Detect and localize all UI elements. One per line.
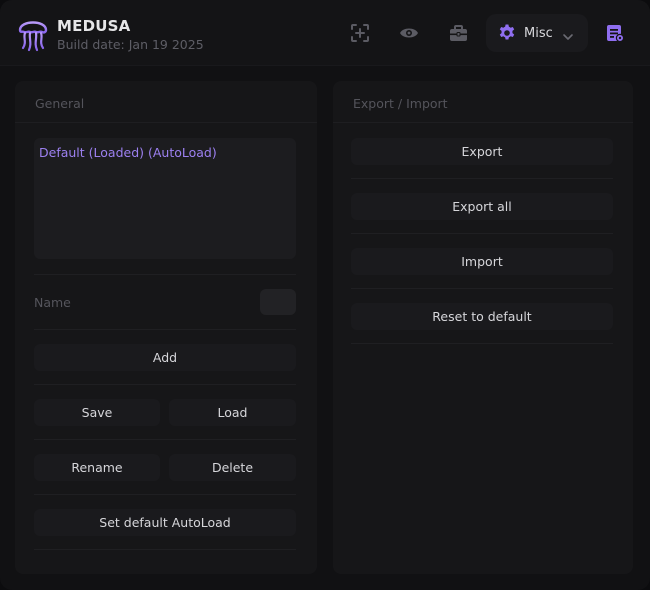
row-divider xyxy=(34,439,296,440)
briefcase-icon[interactable] xyxy=(447,22,469,44)
general-panel-title: General xyxy=(35,96,85,111)
app-title: MEDUSA xyxy=(57,17,131,35)
rename-button[interactable]: Rename xyxy=(34,454,160,481)
name-input[interactable] xyxy=(260,289,296,315)
row-divider xyxy=(34,549,296,550)
row-divider xyxy=(351,288,613,289)
row-divider xyxy=(34,274,296,275)
row-divider xyxy=(34,384,296,385)
header-bar: MEDUSA Build date: Jan 19 2025 Misc xyxy=(0,0,650,66)
save-button[interactable]: Save xyxy=(34,399,160,426)
export-import-panel: Export / Import Export Export all Import… xyxy=(333,81,633,574)
tab-misc-label: Misc xyxy=(524,26,553,41)
row-divider xyxy=(34,494,296,495)
scripts-icon[interactable] xyxy=(604,22,626,44)
config-list[interactable]: Default (Loaded) (AutoLoad) xyxy=(34,138,296,259)
name-label: Name xyxy=(34,295,71,310)
eye-icon[interactable] xyxy=(398,22,420,44)
general-panel: General Default (Loaded) (AutoLoad) Name… xyxy=(15,81,317,574)
row-divider xyxy=(351,343,613,344)
gear-icon xyxy=(497,23,517,47)
jellyfish-logo-icon xyxy=(16,14,50,52)
export-all-button[interactable]: Export all xyxy=(351,193,613,220)
export-import-panel-title: Export / Import xyxy=(353,96,448,111)
export-button[interactable]: Export xyxy=(351,138,613,165)
config-list-item[interactable]: Default (Loaded) (AutoLoad) xyxy=(39,145,217,160)
panel-divider xyxy=(333,122,633,123)
add-button[interactable]: Add xyxy=(34,344,296,371)
reset-to-default-button[interactable]: Reset to default xyxy=(351,303,613,330)
load-button[interactable]: Load xyxy=(169,399,296,426)
row-divider xyxy=(34,329,296,330)
tab-misc[interactable]: Misc xyxy=(486,14,588,52)
chevron-down-icon xyxy=(562,27,574,46)
panel-divider xyxy=(15,122,317,123)
row-divider xyxy=(351,233,613,234)
set-autoload-button[interactable]: Set default AutoLoad xyxy=(34,509,296,536)
delete-button[interactable]: Delete xyxy=(169,454,296,481)
row-divider xyxy=(351,178,613,179)
crosshair-icon[interactable] xyxy=(349,22,371,44)
app-window: MEDUSA Build date: Jan 19 2025 Misc Gene… xyxy=(0,0,650,590)
build-date: Build date: Jan 19 2025 xyxy=(57,37,204,52)
import-button[interactable]: Import xyxy=(351,248,613,275)
